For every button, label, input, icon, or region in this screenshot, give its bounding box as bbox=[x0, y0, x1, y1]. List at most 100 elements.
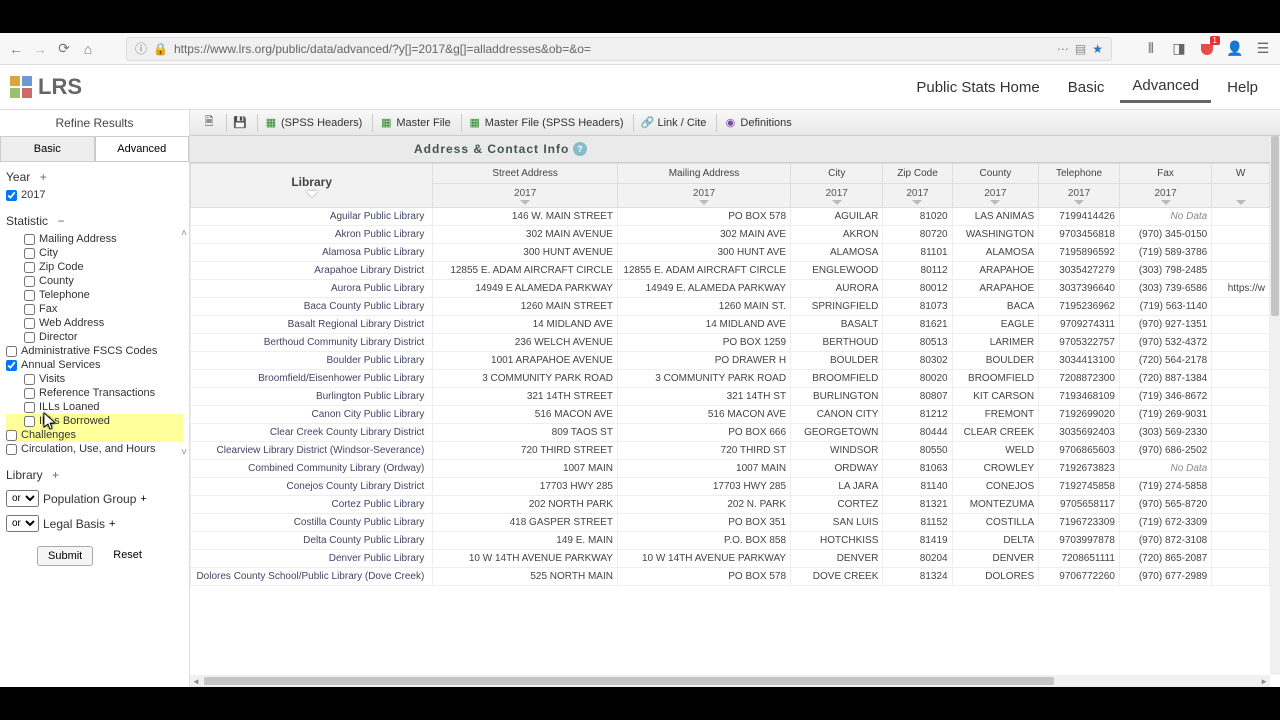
stat-row[interactable]: Mailing Address bbox=[6, 232, 183, 246]
stat-checkbox[interactable] bbox=[6, 430, 17, 441]
nav-help[interactable]: Help bbox=[1215, 73, 1270, 102]
home-button[interactable]: ⌂ bbox=[80, 41, 96, 57]
vertical-scrollbar[interactable] bbox=[1270, 136, 1280, 675]
link-cite-button[interactable]: 🔗Link / Cite bbox=[633, 114, 712, 132]
reload-button[interactable]: ⟳ bbox=[56, 41, 72, 57]
filter-library-header[interactable]: Library + bbox=[6, 464, 183, 486]
stat-checkbox[interactable] bbox=[24, 248, 35, 259]
reset-button[interactable]: Reset bbox=[103, 546, 152, 566]
table-row[interactable]: Arapahoe Library District12855 E. ADAM A… bbox=[191, 262, 1270, 280]
stat-checkbox[interactable] bbox=[24, 402, 35, 413]
library-icon[interactable]: ⫴ bbox=[1142, 40, 1160, 58]
table-row[interactable]: Conejos County Library District17703 HWY… bbox=[191, 478, 1270, 496]
menu-icon[interactable]: ☰ bbox=[1254, 40, 1272, 58]
stat-checkbox[interactable] bbox=[6, 444, 17, 455]
scrollbar-thumb[interactable] bbox=[204, 677, 1054, 685]
export-master-spss-button[interactable]: ▦Master File (SPSS Headers) bbox=[461, 114, 630, 132]
year-2017-checkbox[interactable] bbox=[6, 190, 17, 201]
stat-checkbox[interactable] bbox=[24, 388, 35, 399]
stat-checkbox[interactable] bbox=[6, 360, 17, 371]
nav-basic[interactable]: Basic bbox=[1056, 73, 1117, 102]
stat-checkbox[interactable] bbox=[6, 346, 17, 357]
stat-checkbox[interactable] bbox=[24, 262, 35, 273]
col-phone[interactable]: Telephone bbox=[1039, 164, 1120, 184]
stat-row[interactable]: County bbox=[6, 274, 183, 288]
stat-row[interactable]: Circulation, Use, and Hours bbox=[6, 442, 183, 456]
stat-checkbox[interactable] bbox=[24, 290, 35, 301]
table-row[interactable]: Broomfield/Eisenhower Public Library3 CO… bbox=[191, 370, 1270, 388]
stat-row[interactable]: ILLs Borrowed bbox=[6, 414, 183, 428]
stat-row[interactable]: Administrative FSCS Codes bbox=[6, 344, 183, 358]
section-collapse-down-icon[interactable]: ˅ bbox=[181, 447, 187, 458]
col-street[interactable]: Street Address bbox=[433, 164, 618, 184]
table-row[interactable]: Delta County Public Library149 E. MAINP.… bbox=[191, 532, 1270, 550]
stat-row[interactable]: Web Address bbox=[6, 316, 183, 330]
col-city[interactable]: City bbox=[791, 164, 883, 184]
year-2017-row[interactable]: 2017 bbox=[6, 188, 183, 202]
submit-button[interactable]: Submit bbox=[37, 546, 93, 566]
stat-checkbox[interactable] bbox=[24, 332, 35, 343]
pocket-icon[interactable]: 1 bbox=[1198, 40, 1216, 58]
stat-row[interactable]: ILLs Loaned bbox=[6, 400, 183, 414]
col-county[interactable]: County bbox=[952, 164, 1039, 184]
table-row[interactable]: Aguilar Public Library146 W. MAIN STREET… bbox=[191, 208, 1270, 226]
nav-public-stats-home[interactable]: Public Stats Home bbox=[904, 73, 1051, 102]
stat-checkbox[interactable] bbox=[24, 234, 35, 245]
horizontal-scrollbar[interactable] bbox=[190, 675, 1270, 687]
stat-row[interactable]: Fax bbox=[6, 302, 183, 316]
sidebar-icon[interactable]: ◨ bbox=[1170, 40, 1188, 58]
more-icon[interactable]: ⋯ bbox=[1057, 42, 1069, 56]
scrollbar-thumb[interactable] bbox=[1271, 136, 1279, 316]
stat-checkbox[interactable] bbox=[24, 416, 35, 427]
table-row[interactable]: Cortez Public Library202 NORTH PARK202 N… bbox=[191, 496, 1270, 514]
export-save-button[interactable]: 💾 bbox=[226, 114, 253, 132]
definitions-button[interactable]: ◉Definitions bbox=[716, 114, 797, 132]
table-row[interactable]: Canon City Public Library516 MACON AVE51… bbox=[191, 406, 1270, 424]
export-blank-button[interactable]: 🗎 bbox=[196, 114, 222, 132]
stat-checkbox[interactable] bbox=[24, 276, 35, 287]
stat-checkbox[interactable] bbox=[24, 374, 35, 385]
table-row[interactable]: Aurora Public Library14949 E ALAMEDA PAR… bbox=[191, 280, 1270, 298]
bookmark-icon[interactable]: ★ bbox=[1092, 42, 1103, 56]
export-master-button[interactable]: ▦Master File bbox=[372, 114, 456, 132]
logo[interactable]: LRS bbox=[10, 74, 82, 100]
table-row[interactable]: Baca County Public Library1260 MAIN STRE… bbox=[191, 298, 1270, 316]
table-row[interactable]: Boulder Public Library1001 ARAPAHOE AVEN… bbox=[191, 352, 1270, 370]
reader-icon[interactable]: ▤ bbox=[1075, 42, 1086, 56]
stat-row[interactable]: Reference Transactions bbox=[6, 386, 183, 400]
stat-row[interactable]: Telephone bbox=[6, 288, 183, 302]
url-bar[interactable]: ⓘ 🔒 https://www.lrs.org/public/data/adva… bbox=[126, 37, 1112, 61]
table-row[interactable]: Dolores County School/Public Library (Do… bbox=[191, 568, 1270, 586]
section-collapse-up-icon[interactable]: ˄ bbox=[181, 228, 187, 239]
table-row[interactable]: Combined Community Library (Ordway)1007 … bbox=[191, 460, 1270, 478]
col-fax[interactable]: Fax bbox=[1119, 164, 1211, 184]
export-spss-button[interactable]: ▦(SPSS Headers) bbox=[257, 114, 368, 132]
back-button[interactable]: ← bbox=[8, 41, 24, 57]
col-library[interactable]: Library bbox=[191, 164, 433, 208]
sidebar-tab-basic[interactable]: Basic bbox=[0, 136, 95, 161]
stat-checkbox[interactable] bbox=[24, 318, 35, 329]
profile-icon[interactable]: 👤 bbox=[1226, 40, 1244, 58]
stat-row[interactable]: Visits bbox=[6, 372, 183, 386]
table-row[interactable]: Burlington Public Library321 14TH STREET… bbox=[191, 388, 1270, 406]
table-row[interactable]: Denver Public Library10 W 14TH AVENUE PA… bbox=[191, 550, 1270, 568]
table-row[interactable]: Costilla County Public Library418 GASPER… bbox=[191, 514, 1270, 532]
sidebar-tab-advanced[interactable]: Advanced bbox=[95, 136, 190, 161]
col-mailing[interactable]: Mailing Address bbox=[617, 164, 790, 184]
stat-row[interactable]: Zip Code bbox=[6, 260, 183, 274]
table-row[interactable]: Berthoud Community Library District236 W… bbox=[191, 334, 1270, 352]
table-row[interactable]: Akron Public Library302 MAIN AVENUE302 M… bbox=[191, 226, 1270, 244]
table-row[interactable]: Basalt Regional Library District14 MIDLA… bbox=[191, 316, 1270, 334]
site-info-icon[interactable]: ⓘ bbox=[135, 40, 147, 57]
col-zip[interactable]: Zip Code bbox=[883, 164, 952, 184]
stat-row[interactable]: Challenges bbox=[6, 428, 183, 442]
pop-group-or-select[interactable]: or bbox=[6, 490, 39, 507]
nav-advanced[interactable]: Advanced bbox=[1120, 71, 1211, 103]
stat-row[interactable]: Director bbox=[6, 330, 183, 344]
table-row[interactable]: Clearview Library District (Windsor-Seve… bbox=[191, 442, 1270, 460]
stat-row[interactable]: City bbox=[6, 246, 183, 260]
col-web[interactable]: W bbox=[1212, 164, 1270, 184]
legal-basis-or-select[interactable]: or bbox=[6, 515, 39, 532]
table-row[interactable]: Clear Creek County Library District809 T… bbox=[191, 424, 1270, 442]
table-row[interactable]: Alamosa Public Library300 HUNT AVENUE300… bbox=[191, 244, 1270, 262]
